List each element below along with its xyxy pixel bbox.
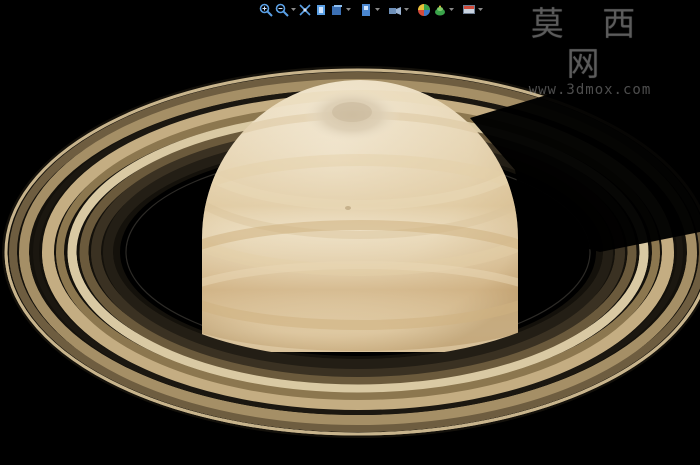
material-sphere-icon[interactable] xyxy=(416,2,432,18)
watermark-url: www.3dmox.com xyxy=(528,82,652,98)
watermark: 莫 西 网 www.3dmox.com xyxy=(500,4,680,98)
display-settings-icon[interactable] xyxy=(461,2,477,18)
chevron-down-icon[interactable] xyxy=(403,2,410,18)
window-view-icon[interactable] xyxy=(358,2,374,18)
orbit-icon[interactable] xyxy=(313,2,329,18)
render-teapot-icon[interactable] xyxy=(432,2,448,18)
chevron-down-icon[interactable] xyxy=(345,2,352,18)
zoom-out-icon[interactable] xyxy=(274,2,290,18)
chevron-down-icon[interactable] xyxy=(290,2,297,18)
walk-camera-icon[interactable] xyxy=(387,2,403,18)
view-cube-icon[interactable] xyxy=(329,2,345,18)
chevron-down-icon[interactable] xyxy=(374,2,381,18)
3d-viewport[interactable]: 莫 西 网 www.3dmox.com xyxy=(0,0,700,465)
watermark-title: 莫 西 网 xyxy=(530,4,650,83)
zoom-in-icon[interactable] xyxy=(258,2,274,18)
chevron-down-icon[interactable] xyxy=(448,2,455,18)
pan-icon[interactable] xyxy=(297,2,313,18)
viewport-toolbar xyxy=(258,1,484,19)
chevron-down-icon[interactable] xyxy=(477,2,484,18)
